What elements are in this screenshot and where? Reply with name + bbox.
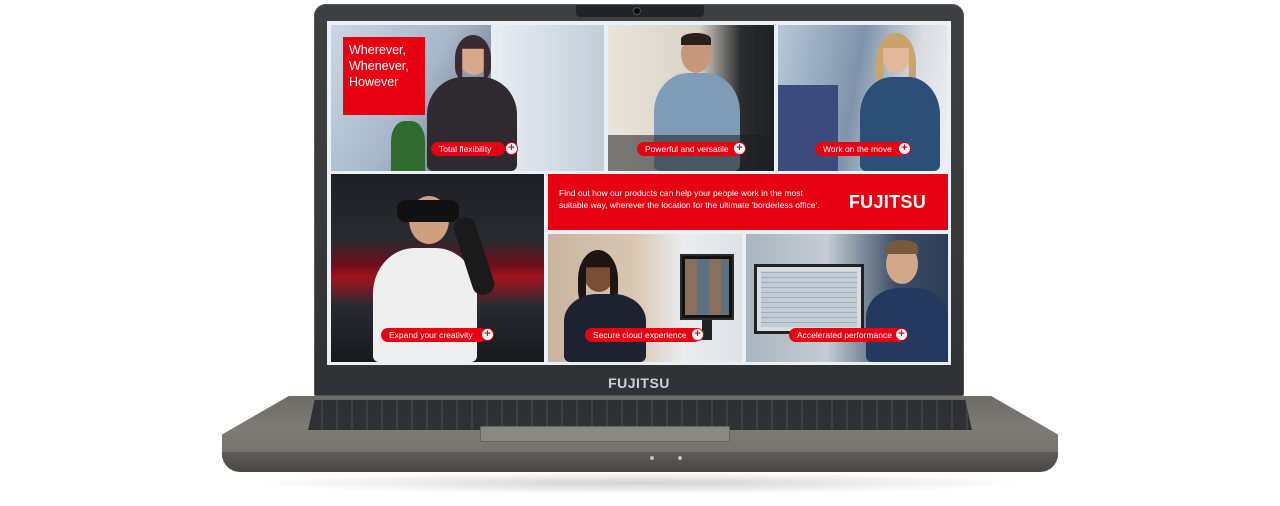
laptop-front-edge [222,452,1058,472]
tile-label[interactable]: Total flexibility [431,142,506,156]
webcam-icon [634,8,640,14]
tile-label[interactable]: Powerful and versatile [637,142,743,156]
laptop-shadow [250,472,1030,494]
status-led-icon [650,456,654,460]
laptop-screen: Wherever, Whenever, However Total flexib… [327,21,951,365]
bezel-logo: FUJITSU [608,375,670,391]
plus-circle-icon[interactable]: + [733,142,746,155]
tile-label[interactable]: Expand your creativity [381,328,487,342]
tile-secure-cloud[interactable]: Secure cloud experience + [548,234,742,362]
plus-circle-icon[interactable]: + [481,328,494,341]
plus-circle-icon[interactable]: + [895,328,908,341]
webcam-bar [576,5,704,17]
tile-work-on-move[interactable]: Work on the move + [778,25,948,171]
engineer-photo [746,234,948,362]
tile-label[interactable]: Secure cloud experience [585,328,701,342]
touchpad [480,426,730,442]
laptop-lid: Wherever, Whenever, However Total flexib… [314,4,964,396]
fujitsu-logo: FUJITSU [848,192,926,212]
tile-powerful-versatile[interactable]: Powerful and versatile + [608,25,774,171]
tile-total-flexibility[interactable]: Wherever, Whenever, However Total flexib… [331,25,604,171]
plus-circle-icon[interactable]: + [898,142,911,155]
hero-headline: Wherever, Whenever, However [343,37,425,115]
tile-accelerated-performance[interactable]: Accelerated performance + [746,234,948,362]
tile-label[interactable]: Work on the move [815,142,906,156]
info-banner: Find out how our products can help your … [548,174,948,230]
video-call-photo [548,234,742,362]
banner-text: Find out how our products can help your … [559,188,820,210]
plus-circle-icon[interactable]: + [505,142,518,155]
laptop-base [222,396,1058,458]
tile-label[interactable]: Accelerated performance [789,328,906,342]
battery-led-icon [678,456,682,460]
hero-headline-line-3: However [349,75,399,89]
tile-expand-creativity[interactable]: Expand your creativity + [331,174,544,362]
plus-circle-icon[interactable]: + [691,328,704,341]
hero-headline-line-1: Wherever, [349,43,406,57]
hero-headline-line-2: Whenever, [349,59,409,73]
